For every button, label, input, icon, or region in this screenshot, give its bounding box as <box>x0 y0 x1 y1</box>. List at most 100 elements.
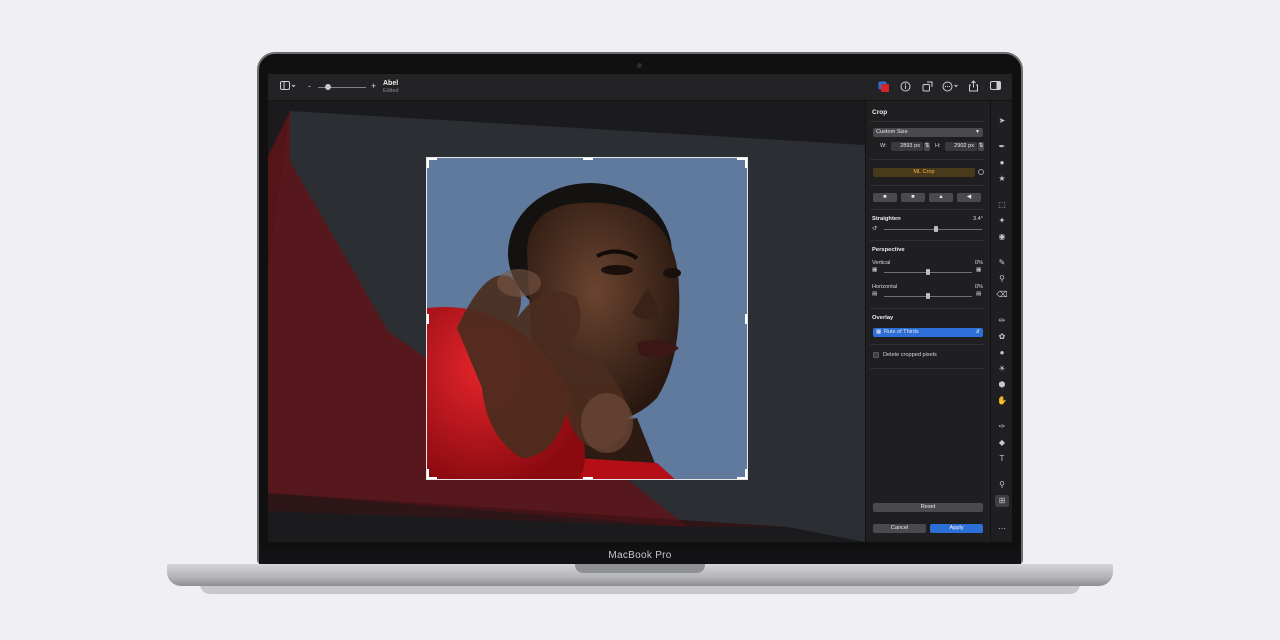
crop-handle-top-right-v[interactable] <box>745 158 747 168</box>
rotate-left-button[interactable]: ■ <box>873 193 897 202</box>
text-tool-icon[interactable]: T <box>995 453 1009 465</box>
vector-shapes-tool-icon[interactable]: ◆ <box>995 437 1009 449</box>
export-button[interactable] <box>922 81 933 94</box>
pen-tool-icon[interactable]: ✒ <box>995 141 1009 153</box>
divider <box>870 209 984 210</box>
straighten-slider-knob[interactable] <box>933 226 938 232</box>
crop-handle-left[interactable] <box>427 314 429 324</box>
vertical-perspective-icon: ▦ <box>872 267 878 273</box>
straighten-label: Straighten <box>872 216 901 222</box>
cancel-button[interactable]: Cancel <box>873 524 926 533</box>
share-button[interactable] <box>968 80 979 94</box>
panel-title: Crop <box>872 109 888 116</box>
vertical-slider-knob[interactable] <box>926 269 930 275</box>
rotate-right-button[interactable]: ■ <box>901 193 925 202</box>
clone-tool-icon[interactable]: ✿ <box>995 331 1009 343</box>
reset-button[interactable]: Reset <box>873 503 983 512</box>
shapes-tool-icon[interactable]: ● <box>995 157 1009 169</box>
laptop-brand-label: MacBook Pro <box>608 550 672 561</box>
more-tools-icon[interactable]: ⋯ <box>995 523 1009 535</box>
inspector-toggle-button[interactable] <box>990 81 1002 93</box>
more-options-button[interactable] <box>942 81 960 94</box>
divider <box>870 368 984 369</box>
magic-wand-tool-icon[interactable]: ✦ <box>995 215 1009 227</box>
width-field[interactable]: 2893 px <box>891 142 923 151</box>
crop-handle-top[interactable] <box>583 158 593 160</box>
inspector-icon <box>990 81 1001 90</box>
paint-bucket-tool-icon[interactable]: ⚲ <box>995 273 1009 285</box>
document-title: Abel <box>383 80 399 87</box>
image-canvas[interactable] <box>268 101 865 542</box>
straighten-value: 3.4° <box>972 216 983 222</box>
eraser-tool-icon[interactable]: ⌫ <box>995 289 1009 301</box>
vertical-value: 0% <box>974 260 983 266</box>
width-label: W: <box>880 143 887 149</box>
crop-handle-bottom-left-v[interactable] <box>427 469 429 479</box>
delete-cropped-checkbox[interactable] <box>873 352 879 358</box>
crop-selection[interactable] <box>426 157 748 480</box>
retouch-tool-icon[interactable]: ✏ <box>995 315 1009 327</box>
overlay-title: Overlay <box>872 315 894 321</box>
horizontal-slider-knob[interactable] <box>926 293 930 299</box>
vertical-label: Vertical <box>872 260 891 266</box>
star-tool-icon[interactable]: ★ <box>995 173 1009 185</box>
divider <box>870 240 984 241</box>
info-icon <box>900 81 911 92</box>
height-field[interactable]: 2902 px <box>945 142 977 151</box>
blur-tool-icon[interactable]: ● <box>995 347 1009 359</box>
arrow-tool-icon[interactable]: ➤ <box>995 115 1009 127</box>
vector-pen-tool-icon[interactable]: ✑ <box>995 421 1009 433</box>
divider <box>870 308 984 309</box>
marquee-tool-icon[interactable]: ⬚ <box>995 199 1009 211</box>
crop-handle-right[interactable] <box>745 314 747 324</box>
info-button[interactable] <box>900 81 911 94</box>
document-status: Edited <box>383 88 399 94</box>
lighten-tool-icon[interactable]: ☀ <box>995 363 1009 375</box>
height-label: H: <box>935 143 941 149</box>
crop-handle-bottom[interactable] <box>583 477 593 479</box>
apply-button[interactable]: Apply <box>930 524 983 533</box>
zoom-out-label[interactable]: - <box>308 81 311 91</box>
overlay-select-value: Rule of Thirds <box>884 329 919 335</box>
zoom-slider-knob[interactable] <box>324 84 331 90</box>
flip-vertical-button[interactable]: ▲ <box>929 193 953 202</box>
flip-horizontal-button[interactable]: ◀ <box>957 193 981 202</box>
quick-select-tool-icon[interactable]: ◉ <box>995 231 1009 243</box>
overlay-select[interactable]: ▦ Rule of Thirds ⇵ <box>873 328 983 337</box>
flip-horizontal-icon: ◀ <box>966 194 972 200</box>
perspective-title: Perspective <box>872 247 905 253</box>
ml-crop-button[interactable]: ML Crop <box>873 168 975 177</box>
sponge-tool-icon[interactable]: ⬢ <box>995 379 1009 391</box>
laptop-lid-notch <box>575 564 705 573</box>
portrait-photo <box>427 158 747 479</box>
toolbar: - + Abel Edited <box>268 74 1012 101</box>
grid-icon: ▦ <box>876 329 882 335</box>
size-preset-value: Custom Size <box>876 129 908 135</box>
color-swatch-button[interactable] <box>878 81 890 95</box>
divider <box>870 121 984 122</box>
smudge-tool-icon[interactable]: ✋ <box>995 395 1009 407</box>
brush-tool-icon[interactable]: ✎ <box>995 257 1009 269</box>
resize-icon <box>922 81 933 92</box>
sidebar-icon <box>280 81 296 90</box>
crop-handle-top-left-v[interactable] <box>427 158 429 168</box>
crop-inspector-panel: Crop Custom Size ▼ W: 2893 px ⇅ H: 2902 … <box>865 101 990 542</box>
divider <box>870 344 984 345</box>
size-preset-select[interactable]: Custom Size ▼ <box>873 128 983 137</box>
chevron-updown-icon: ⇵ <box>975 329 980 335</box>
sidebar-toggle-button[interactable] <box>280 81 296 93</box>
ellipsis-circle-icon <box>942 81 958 92</box>
crop-tool-icon[interactable]: ⊞ <box>995 495 1009 507</box>
app-window: - + Abel Edited Crop Custom Size ▼ W: 28… <box>268 74 1012 542</box>
crop-handle-bottom-right-v[interactable] <box>745 469 747 479</box>
zoom-in-label[interactable]: + <box>371 81 376 91</box>
width-stepper[interactable]: ⇅ <box>924 142 930 151</box>
zoom-tool-icon[interactable]: ⚲ <box>995 479 1009 491</box>
ml-crop-info-icon[interactable] <box>978 169 984 175</box>
divider <box>870 185 984 186</box>
horizontal-perspective-icon: ▤ <box>872 291 878 297</box>
flip-vertical-icon: ▲ <box>938 194 944 200</box>
horizontal-label: Horizontal <box>872 284 898 290</box>
height-stepper[interactable]: ⇅ <box>978 142 984 151</box>
horizontal-value: 0% <box>974 284 983 290</box>
